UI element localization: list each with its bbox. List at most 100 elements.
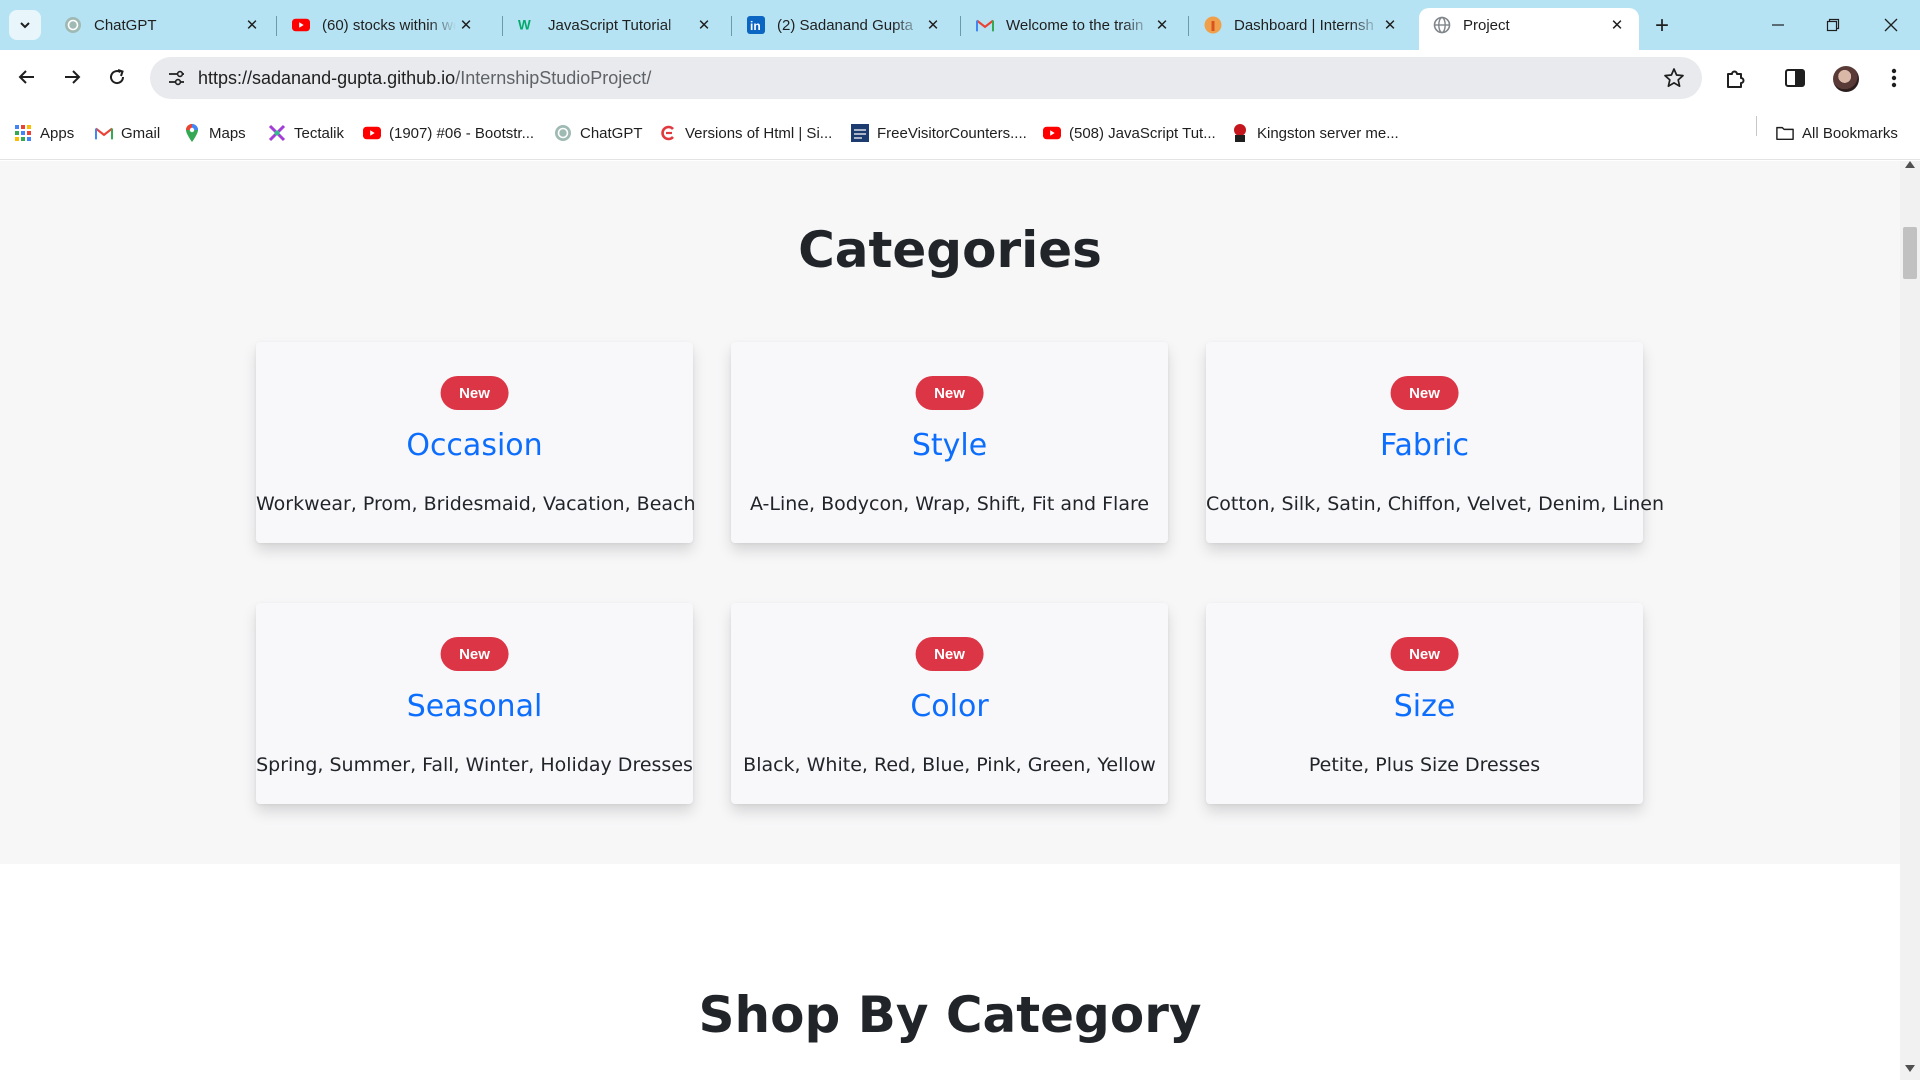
new-badge: New bbox=[915, 376, 984, 410]
tab-title: Welcome to the train bbox=[1006, 16, 1144, 34]
categories-heading: Categories bbox=[798, 221, 1102, 279]
category-title[interactable]: Fabric bbox=[1206, 428, 1643, 463]
tab-divider bbox=[1188, 16, 1189, 36]
tab-title: ChatGPT bbox=[94, 16, 157, 34]
category-description: A-Line, Bodycon, Wrap, Shift, Fit and Fl… bbox=[749, 493, 1150, 515]
close-window-button[interactable] bbox=[1868, 8, 1914, 42]
category-card-style[interactable]: New Style A-Line, Bodycon, Wrap, Shift, … bbox=[731, 342, 1168, 543]
bookmark-tectalik[interactable]: Tectalik bbox=[268, 120, 344, 146]
url-path: /InternshipStudioProject/ bbox=[455, 67, 652, 88]
tab-project-active[interactable]: Project ✕ bbox=[1419, 8, 1639, 50]
bookmark-maps[interactable]: Maps bbox=[183, 120, 246, 146]
scroll-down-arrow[interactable] bbox=[1905, 1065, 1915, 1072]
bookmark-versions-html[interactable]: Versions of Html | Si... bbox=[659, 120, 832, 146]
category-card-seasonal[interactable]: New Seasonal Spring, Summer, Fall, Winte… bbox=[256, 603, 693, 804]
reload-button[interactable] bbox=[100, 60, 134, 94]
tab-chatgpt[interactable]: ChatGPT ✕ bbox=[50, 8, 274, 42]
new-tab-button[interactable]: + bbox=[1648, 12, 1676, 40]
tab-search-button[interactable] bbox=[9, 10, 41, 40]
tab-javascript-tutorial[interactable]: W JavaScript Tutorial ✕ bbox=[504, 8, 726, 42]
back-button[interactable] bbox=[10, 60, 44, 94]
bookmark-bootstrap-video[interactable]: (1907) #06 - Bootstr... bbox=[363, 120, 534, 146]
category-card-occasion[interactable]: New Occasion Workwear, Prom, Bridesmaid,… bbox=[256, 342, 696, 543]
arrow-right-icon bbox=[65, 70, 81, 84]
browser-toolbar: https://sadanand-gupta.github.io/Interns… bbox=[0, 50, 1920, 108]
svg-text:W: W bbox=[518, 18, 531, 33]
bookmark-label: ChatGPT bbox=[580, 124, 643, 142]
svg-text:in: in bbox=[750, 19, 761, 33]
category-title[interactable]: Color bbox=[731, 689, 1168, 724]
tab-title: JavaScript Tutorial bbox=[548, 16, 672, 34]
reload-icon bbox=[110, 69, 125, 85]
gmail-icon bbox=[976, 16, 994, 34]
menu-button[interactable] bbox=[1878, 62, 1910, 94]
tab-strip: ChatGPT ✕ (60) stocks within we ✕ W Java… bbox=[0, 0, 1920, 50]
bookmark-chatgpt[interactable]: ChatGPT bbox=[554, 120, 643, 146]
extensions-button[interactable] bbox=[1720, 62, 1752, 94]
tab-divider bbox=[276, 16, 277, 36]
tab-title: (2) Sadanand Gupta bbox=[777, 16, 913, 34]
youtube-icon bbox=[363, 124, 381, 142]
bookmark-label: Kingston server me... bbox=[1257, 124, 1399, 142]
close-icon[interactable]: ✕ bbox=[1152, 15, 1172, 35]
close-icon[interactable]: ✕ bbox=[1380, 15, 1400, 35]
tab-divider bbox=[731, 16, 732, 36]
plus-icon: + bbox=[1654, 12, 1669, 39]
tab-internshala-dashboard[interactable]: Dashboard | Internsh ✕ bbox=[1190, 8, 1412, 42]
minimize-button[interactable] bbox=[1755, 8, 1801, 42]
category-title[interactable]: Occasion bbox=[256, 428, 693, 463]
bookmark-star-icon[interactable] bbox=[1662, 66, 1686, 90]
new-badge: New bbox=[1390, 637, 1459, 671]
categories-section: Categories New Occasion Workwear, Prom, … bbox=[0, 161, 1900, 864]
scroll-thumb[interactable] bbox=[1903, 227, 1917, 279]
category-description: Spring, Summer, Fall, Winter, Holiday Dr… bbox=[256, 754, 693, 776]
category-title[interactable]: Seasonal bbox=[256, 689, 693, 724]
category-description: Workwear, Prom, Bridesmaid, Vacation, Be… bbox=[256, 493, 696, 515]
bookmark-kingston-server[interactable]: Kingston server me... bbox=[1231, 120, 1399, 146]
all-bookmarks-label: All Bookmarks bbox=[1802, 124, 1898, 142]
category-title[interactable]: Style bbox=[731, 428, 1168, 463]
close-icon[interactable]: ✕ bbox=[1607, 15, 1627, 35]
tab-youtube-stocks[interactable]: (60) stocks within we ✕ bbox=[278, 8, 488, 42]
close-icon[interactable]: ✕ bbox=[456, 15, 476, 35]
close-icon[interactable]: ✕ bbox=[242, 15, 262, 35]
bookmark-apps[interactable]: Apps bbox=[14, 120, 74, 146]
category-card-fabric[interactable]: New Fabric Cotton, Silk, Satin, Chiffon,… bbox=[1206, 342, 1665, 543]
more-vert-icon bbox=[1891, 68, 1897, 88]
side-panel-icon bbox=[1785, 69, 1805, 87]
category-title[interactable]: Size bbox=[1206, 689, 1643, 724]
bookmark-freevisitorcounters[interactable]: FreeVisitorCounters.... bbox=[851, 120, 1027, 146]
restore-icon bbox=[1826, 18, 1840, 32]
site-info-icon[interactable] bbox=[156, 61, 196, 95]
folder-icon bbox=[1776, 124, 1794, 142]
url-text: https://sadanand-gupta.github.io/Interns… bbox=[198, 68, 651, 89]
address-bar[interactable]: https://sadanand-gupta.github.io/Interns… bbox=[150, 57, 1702, 99]
tab-gmail[interactable]: Welcome to the train ✕ bbox=[962, 8, 1184, 42]
category-card-size[interactable]: New Size Petite, Plus Size Dresses bbox=[1206, 603, 1643, 804]
category-description: Petite, Plus Size Dresses bbox=[1308, 754, 1541, 776]
linkedin-icon: in bbox=[747, 16, 765, 34]
bookmark-label: (1907) #06 - Bootstr... bbox=[389, 124, 535, 142]
forward-button[interactable] bbox=[55, 60, 89, 94]
category-card-color[interactable]: New Color Black, White, Red, Blue, Pink,… bbox=[731, 603, 1168, 804]
tab-linkedin[interactable]: in (2) Sadanand Gupta ✕ bbox=[733, 8, 955, 42]
chatgpt-icon bbox=[554, 124, 572, 142]
tab-title: (60) stocks within we bbox=[322, 16, 456, 34]
restore-button[interactable] bbox=[1810, 8, 1856, 42]
bookmark-label: (508) JavaScript Tut... bbox=[1069, 124, 1216, 142]
category-description: Cotton, Silk, Satin, Chiffon, Velvet, De… bbox=[1206, 493, 1665, 515]
side-panel-button[interactable] bbox=[1779, 62, 1811, 94]
bookmark-gmail[interactable]: Gmail bbox=[95, 120, 160, 146]
bookmark-javascript-tutorial-video[interactable]: (508) JavaScript Tut... bbox=[1043, 120, 1216, 146]
close-icon[interactable]: ✕ bbox=[923, 15, 943, 35]
minimize-icon bbox=[1772, 24, 1784, 26]
close-icon[interactable]: ✕ bbox=[694, 15, 714, 35]
all-bookmarks-button[interactable]: All Bookmarks bbox=[1776, 120, 1898, 146]
profile-avatar[interactable] bbox=[1833, 66, 1859, 92]
tab-title: Dashboard | Internsh bbox=[1234, 16, 1374, 34]
category-description: Black, White, Red, Blue, Pink, Green, Ye… bbox=[743, 754, 1156, 776]
page-scrollbar[interactable] bbox=[1900, 161, 1920, 1080]
scroll-up-arrow[interactable] bbox=[1905, 161, 1915, 168]
url-host: https://sadanand-gupta.github.io bbox=[198, 67, 456, 88]
bookmark-label: Apps bbox=[40, 124, 75, 142]
